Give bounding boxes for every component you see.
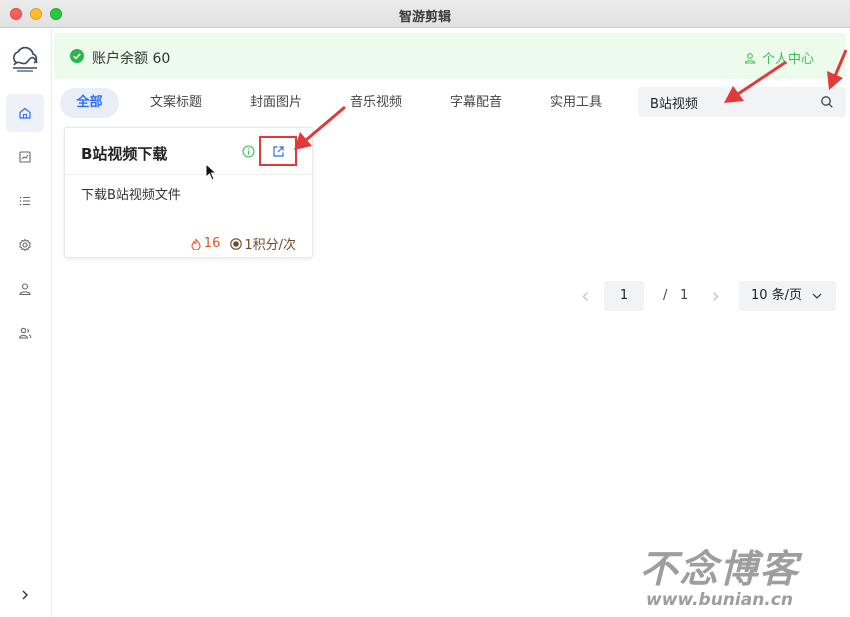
user-icon xyxy=(19,283,31,296)
page-separator: / xyxy=(663,288,668,303)
sidebar-expand-button[interactable] xyxy=(16,586,34,604)
user-icon xyxy=(744,52,756,64)
tab-copywriting-titles[interactable]: 文案标题 xyxy=(141,88,211,118)
tool-card[interactable]: B站视频下载 下载B站视频文件 16 1积分/次 xyxy=(64,127,313,258)
check-circle-icon xyxy=(70,49,84,63)
open-tool-button[interactable] xyxy=(259,136,297,166)
window-titlebar: 智游剪辑 xyxy=(0,0,850,28)
sidebar xyxy=(0,28,52,617)
search-input[interactable] xyxy=(650,87,810,117)
account-balance: 账户余额 60 xyxy=(92,51,171,67)
next-page-button[interactable] xyxy=(708,281,722,311)
prev-page-button[interactable] xyxy=(578,281,592,311)
user-center-label: 个人中心 xyxy=(761,52,814,67)
tool-card-description: 下载B站视频文件 xyxy=(81,188,181,203)
watermark-logo: 不念博客 xyxy=(639,546,800,591)
coin-icon xyxy=(230,237,243,250)
window-title: 智游剪辑 xyxy=(398,10,451,25)
external-link-icon xyxy=(272,145,284,157)
hot-count: 16 xyxy=(190,236,221,251)
page-size-select[interactable]: 10 条/页 xyxy=(739,281,836,311)
sidebar-item-stats[interactable] xyxy=(6,138,44,176)
users-icon xyxy=(18,327,32,339)
hot-count-value: 16 xyxy=(203,236,221,251)
tab-cover-images[interactable]: 封面图片 xyxy=(241,88,311,118)
list-icon xyxy=(19,196,30,206)
sidebar-item-settings[interactable] xyxy=(6,226,44,264)
page-number-input[interactable]: 1 xyxy=(604,281,644,311)
chevron-down-icon xyxy=(812,293,822,299)
chart-icon xyxy=(19,151,31,163)
info-icon[interactable] xyxy=(242,145,255,158)
balance-bar: 账户余额 60 个人中心 xyxy=(54,33,846,79)
chevron-right-icon xyxy=(22,590,28,600)
tool-card-title: B站视频下载 xyxy=(81,145,168,163)
search-icon[interactable] xyxy=(820,95,834,109)
cost-per-use: 1积分/次 xyxy=(230,234,296,253)
cost-per-use-value: 1积分/次 xyxy=(244,238,296,253)
watermark-url: www.bunian.cn xyxy=(646,590,793,610)
tool-card-stats: 16 1积分/次 xyxy=(190,234,296,253)
sidebar-item-profile[interactable] xyxy=(6,270,44,308)
search-box xyxy=(638,87,846,117)
chevron-left-icon xyxy=(582,291,588,301)
app-logo xyxy=(13,46,38,72)
sidebar-item-list[interactable] xyxy=(6,182,44,220)
flame-icon xyxy=(191,238,201,250)
tool-card-header: B站视频下载 xyxy=(65,128,312,175)
sidebar-item-team[interactable] xyxy=(6,314,44,352)
home-icon xyxy=(19,107,31,119)
tab-subtitles-dubbing[interactable]: 字幕配音 xyxy=(441,88,511,118)
sidebar-item-home[interactable] xyxy=(6,94,44,132)
page-size-value: 10 条/页 xyxy=(751,288,803,303)
tab-utility-tools[interactable]: 实用工具 xyxy=(541,88,611,118)
mouse-cursor xyxy=(205,163,217,181)
watermark: 不念博客 www.bunian.cn xyxy=(612,538,827,610)
tab-all[interactable]: 全部 xyxy=(60,88,119,118)
chevron-right-icon xyxy=(712,291,718,301)
gear-icon xyxy=(19,238,31,252)
total-pages: 1 xyxy=(680,288,689,303)
user-center-link[interactable]: 个人中心 xyxy=(744,48,814,67)
tab-music-video[interactable]: 音乐视频 xyxy=(341,88,411,118)
